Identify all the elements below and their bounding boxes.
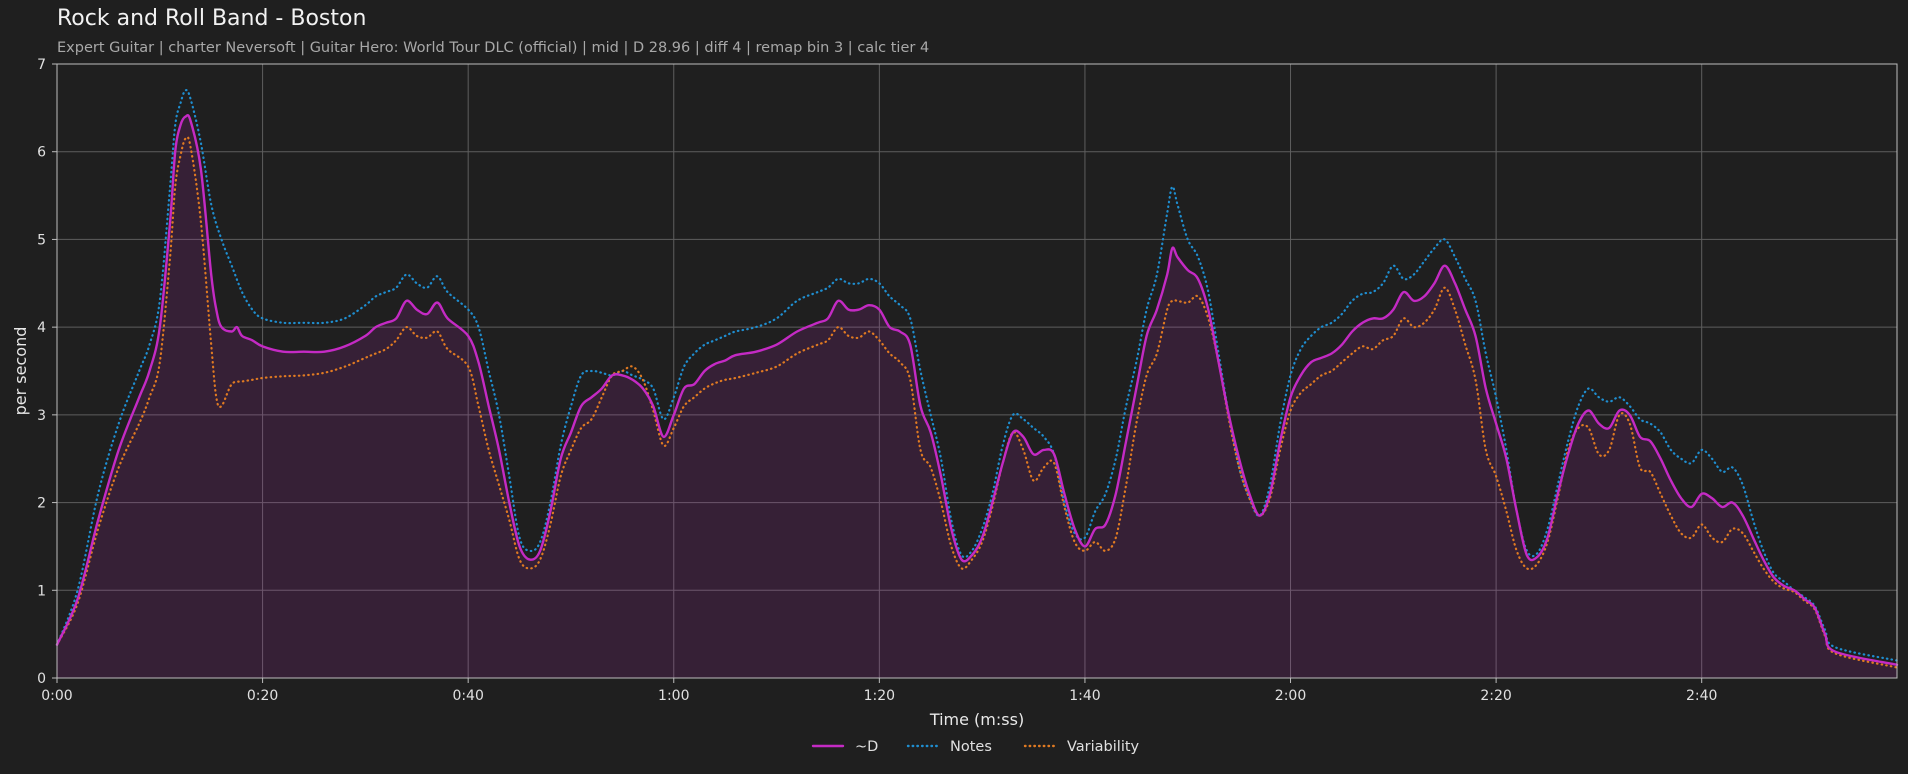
y-tick-label: 7 (37, 57, 46, 73)
y-tick-label: 4 (37, 320, 46, 336)
legend-label: Variability (1067, 739, 1140, 755)
y-tick-label: 2 (37, 496, 46, 512)
area-fill (57, 115, 1897, 679)
legend: ~D Notes Variability (811, 739, 1140, 755)
x-tick-label: 0:20 (247, 688, 278, 704)
x-tick-label: 1:40 (1069, 688, 1100, 704)
x-tick-label: 0:00 (41, 688, 72, 704)
x-tick-label: 1:00 (658, 688, 689, 704)
x-tick-label: 0:40 (452, 688, 483, 704)
y-tick-label: 5 (37, 232, 46, 248)
line-chart: 0:00 0:20 0:40 1:00 1:20 1:40 2:00 2:20 2:40 0 1 2 3… (11, 57, 1899, 755)
series-area-d (57, 115, 1897, 679)
y-tick-label: 6 (37, 145, 46, 161)
x-tick-label: 2:20 (1480, 688, 1511, 704)
legend-label: ~D (855, 739, 878, 755)
y-tick-label: 0 (37, 671, 46, 687)
x-axis-label: Time (m:ss) (929, 710, 1024, 729)
legend-label: Notes (950, 739, 992, 755)
x-tick-label: 2:00 (1275, 688, 1306, 704)
y-tick-label: 1 (37, 583, 46, 599)
y-tick-label: 3 (37, 408, 46, 424)
x-tick-label: 1:20 (864, 688, 895, 704)
y-axis-label: per second (11, 327, 30, 416)
x-tick-label: 2:40 (1686, 688, 1717, 704)
